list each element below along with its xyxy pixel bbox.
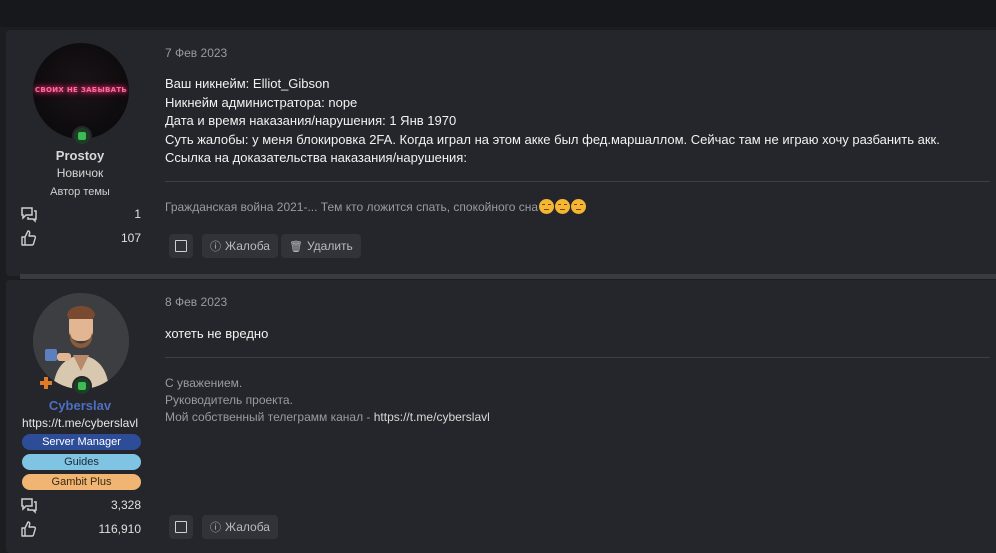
signature-divider [165,357,990,358]
report-label: Жалоба [225,520,270,534]
thumbs-up-icon [21,230,37,246]
messages-stat: 1 [20,205,141,223]
post-body-line: хотеть не вредно [165,326,269,341]
reactions-count: 116,910 [98,522,142,536]
report-button[interactable]: ⓘ Жалоба [202,234,278,258]
report-label: Жалоба [225,239,270,253]
pensive-emoji-icon [571,199,587,214]
signature: С уважением. Руководитель проекта. Мой с… [165,375,490,426]
info-circle-icon: ⓘ [210,522,221,534]
medal-icon [40,377,52,389]
thread-author-badge: Автор темы [50,186,110,198]
signature-line: С уважением. [165,376,243,390]
checkbox-icon [175,240,187,252]
messages-count: 1 [134,207,141,221]
delete-label: Удалить [306,239,353,253]
reactions-stat: 107 [20,229,141,247]
checkbox-icon [175,521,187,533]
trash-icon: 🗑 [289,240,303,253]
signature-line: Мой собственный телеграмм канал - https:… [165,409,490,426]
avatar[interactable] [33,293,129,389]
avatar-illustration [33,293,129,389]
report-button[interactable]: ⓘ Жалоба [202,515,278,539]
signature-divider [165,181,990,182]
post-body-line: Дата и время наказания/нарушения: 1 Янв … [165,113,457,128]
role-badge-guides: Guides [22,454,141,470]
avatar-text: СВОИХ НЕ ЗАБЫВАТЬ [34,86,128,94]
delete-button[interactable]: 🗑 Удалить [281,234,361,258]
top-bar [0,0,996,27]
username[interactable]: Prostoy [6,148,154,163]
post-date[interactable]: 8 Фев 2023 [165,295,227,309]
messages-icon [21,498,37,514]
reactions-count: 107 [120,231,141,245]
thumbs-up-icon [21,521,37,537]
post-body-line: Ваш никнейм: Elliot_Gibson [165,76,330,91]
select-post-checkbox[interactable] [169,515,193,539]
pensive-emoji-icon [555,199,571,214]
signature-text: Гражданская война 2021-... Тем кто ложит… [165,200,539,214]
role-badge-gambit-plus: Gambit Plus [22,474,141,490]
post-body-line: Суть жалобы: у меня блокировка 2FA. Когд… [165,131,940,147]
status-icon [72,376,92,396]
signature-line-prefix: Мой собственный телеграмм канал - [165,410,374,424]
post-body: Ваш никнейм: Elliot_Gibson Никнейм админи… [165,75,940,168]
messages-icon [21,207,37,223]
signature: Гражданская война 2021-... Тем кто ложит… [165,199,587,216]
select-post-checkbox[interactable] [169,234,193,258]
post-body-line: Никнейм администратора: nope [165,94,358,110]
post-date[interactable]: 7 Фев 2023 [165,46,227,60]
messages-stat: 3,328 [20,496,141,514]
username[interactable]: Cyberslav [6,398,154,413]
messages-count: 3,328 [110,498,141,512]
status-icon [72,126,92,146]
user-title: https://t.me/cyberslavl [21,416,139,430]
user-title: Новичок [56,166,104,180]
post-2: Cyberslav https://t.me/cyberslavl Server… [6,280,996,553]
post-body: хотеть не вредно [165,325,268,344]
post-divider [20,274,996,279]
role-badge-server-manager: Server Manager [22,434,141,450]
telegram-link[interactable]: https://t.me/cyberslavl [374,410,490,424]
signature-line: Руководитель проекта. [165,393,293,407]
info-circle-icon: ⓘ [210,241,221,253]
avatar[interactable]: СВОИХ НЕ ЗАБЫВАТЬ [33,43,129,139]
pensive-emoji-icon [539,199,555,214]
reactions-stat: 116,910 [20,520,141,538]
post-body-line: Ссылка на доказательства наказания/наруш… [165,150,467,165]
